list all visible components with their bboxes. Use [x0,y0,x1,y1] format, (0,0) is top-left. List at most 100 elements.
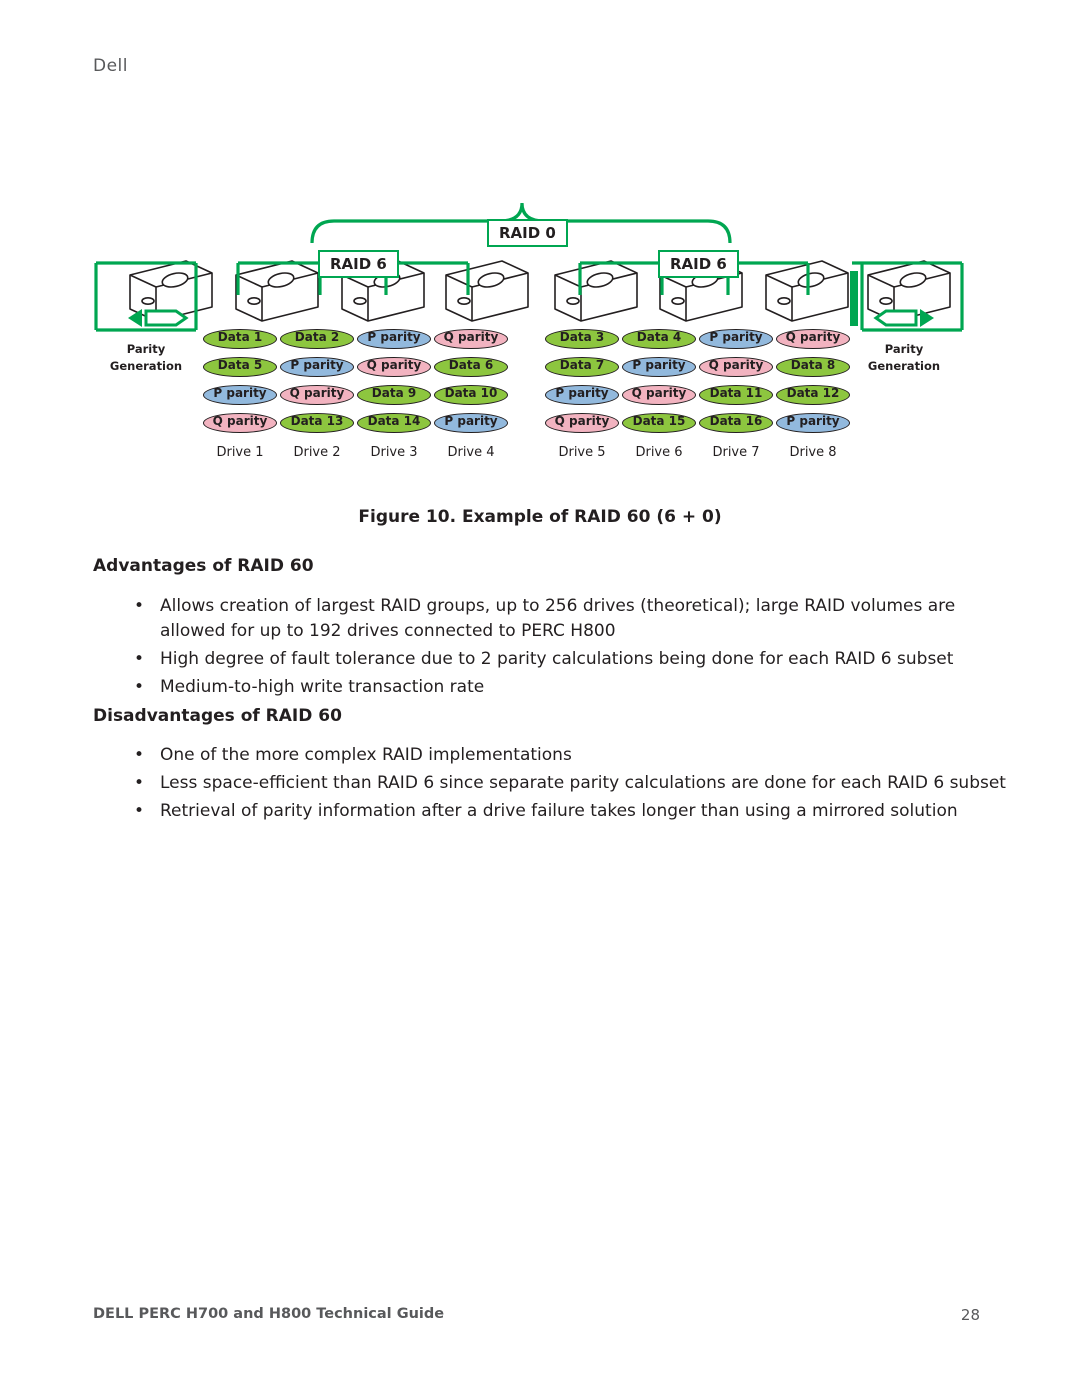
block-label: P parity [290,358,344,372]
block-label: P parity [632,358,686,372]
block-label: Data 7 [559,358,605,372]
block: Q parity [545,409,619,436]
block-label: Q parity [554,414,610,428]
block-label: Data 15 [632,414,686,428]
drive-column-8: Q parity Data 8 Data 12 P parity [776,325,850,437]
figure-caption: Figure 10. Example of RAID 60 (6 + 0) [358,507,722,527]
list-item: One of the more complex RAID implementat… [131,743,1011,768]
block-label: Data 5 [217,358,263,372]
block-label: Q parity [366,358,422,372]
block-label: Data 12 [786,386,840,400]
drive-column-7: P parity Q parity Data 11 Data 16 [699,325,773,437]
advantages-heading: Advantages of RAID 60 [93,556,314,576]
block-label: Data 2 [294,330,340,344]
block-label: Q parity [631,386,687,400]
block-label: Q parity [289,386,345,400]
drive-column-2: Data 2 P parity Q parity Data 13 [280,325,354,437]
block: Data 2 [280,325,354,352]
block-label: Data 11 [709,386,763,400]
block: Data 4 [622,325,696,352]
block: Q parity [699,353,773,380]
parity-generation-icon-right [873,309,934,327]
block-label: Q parity [443,330,499,344]
block: Data 15 [622,409,696,436]
block-label: Data 6 [448,358,494,372]
block: Data 10 [434,381,508,408]
drive-column-4: Q parity Data 6 Data 10 P parity [434,325,508,437]
list-item: High degree of fault tolerance due to 2 … [131,647,1011,672]
list-item: Allows creation of largest RAID groups, … [131,594,1011,644]
block: P parity [280,353,354,380]
brand-label: Dell [93,56,128,76]
block: Data 9 [357,381,431,408]
list-item: Retrieval of parity information after a … [131,799,1011,824]
drive-column-6: Data 4 P parity Q parity Data 15 [622,325,696,437]
drive-name-8: Drive 8 [789,445,837,460]
drive-column-3: P parity Q parity Data 9 Data 14 [357,325,431,437]
block-label: Data 1 [217,330,263,344]
advantages-list: Allows creation of largest RAID groups, … [131,594,1011,703]
raid-bracket-lines [94,202,964,332]
footer-document-title: DELL PERC H700 and H800 Technical Guide [93,1306,445,1322]
parity-generation-right: Parity Generation [849,341,959,375]
block: Data 12 [776,381,850,408]
block: Data 11 [699,381,773,408]
block-label: Q parity [785,330,841,344]
block: P parity [203,381,277,408]
parity-generation-left-line1: Parity [126,342,166,356]
block: P parity [545,381,619,408]
block: P parity [434,409,508,436]
block: P parity [776,409,850,436]
block-label: P parity [367,330,421,344]
block-label: Data 13 [290,414,344,428]
page: Dell RAID 0 RAID 6 RAID 6 Parity Generat… [0,0,1080,1397]
block: Q parity [622,381,696,408]
block-label: Data 3 [559,330,605,344]
block-label: Q parity [708,358,764,372]
raid6-left-label: RAID 6 [318,250,399,278]
block-label: Data 10 [444,386,498,400]
footer-page-number: 28 [960,1306,980,1324]
block: Data 13 [280,409,354,436]
disadvantages-heading: Disadvantages of RAID 60 [93,706,342,726]
block: Data 8 [776,353,850,380]
drive-name-4: Drive 4 [447,445,495,460]
block: Data 3 [545,325,619,352]
parity-generation-icon-left [128,309,189,327]
block-label: Data 8 [790,358,836,372]
raid6-right-label: RAID 6 [658,250,739,278]
block: Q parity [434,325,508,352]
block-label: P parity [786,414,840,428]
parity-generation-left-line2: Generation [109,359,183,373]
block-label: Data 9 [371,386,417,400]
figure-raid60: RAID 0 RAID 6 RAID 6 Parity Generation P… [0,95,1080,495]
block: Q parity [203,409,277,436]
parity-generation-right-line1: Parity [884,342,924,356]
block: Q parity [357,353,431,380]
block: Data 1 [203,325,277,352]
block-label: P parity [555,386,609,400]
block: Data 6 [434,353,508,380]
block: Data 7 [545,353,619,380]
list-item: Less space-efficient than RAID 6 since s… [131,771,1011,796]
block-label: Data 14 [367,414,421,428]
parity-generation-left: Parity Generation [91,341,201,375]
block: Data 14 [357,409,431,436]
raid0-label: RAID 0 [487,219,568,247]
block-label: P parity [709,330,763,344]
drive-column-1: Data 1 Data 5 P parity Q parity [203,325,277,437]
disadvantages-list: One of the more complex RAID implementat… [131,743,1011,827]
block: P parity [357,325,431,352]
block-label: Data 16 [709,414,763,428]
block-label: Q parity [212,414,268,428]
block-label: P parity [444,414,498,428]
block: Data 16 [699,409,773,436]
block: P parity [622,353,696,380]
block: Q parity [776,325,850,352]
block-label: Data 4 [636,330,682,344]
block: Q parity [280,381,354,408]
parity-generation-right-line2: Generation [867,359,941,373]
drive-column-5: Data 3 Data 7 P parity Q parity [545,325,619,437]
block: P parity [699,325,773,352]
block-label: P parity [213,386,267,400]
